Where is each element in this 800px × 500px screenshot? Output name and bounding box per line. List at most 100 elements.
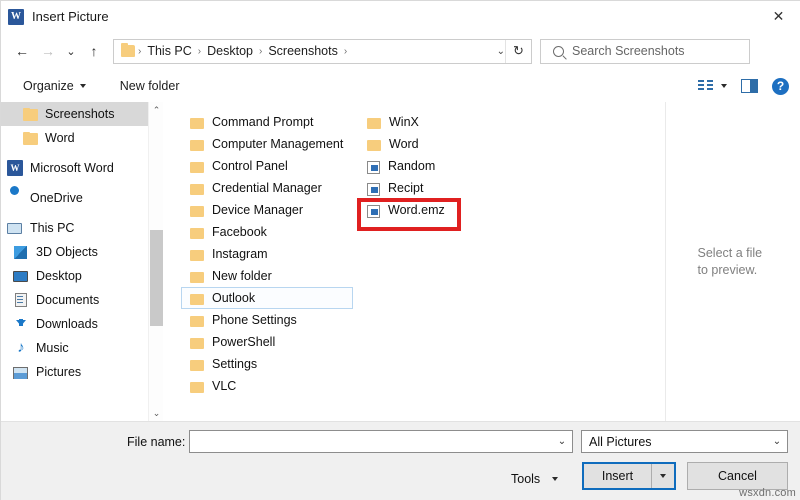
documents-icon	[13, 292, 29, 308]
title-bar: W Insert Picture ✕	[1, 1, 800, 32]
list-item[interactable]: Command Prompt	[182, 111, 362, 133]
desktop-icon	[13, 268, 29, 284]
sidebar-item-microsoft-word[interactable]: W Microsoft Word	[1, 156, 148, 180]
list-item[interactable]: Control Panel	[182, 155, 362, 177]
list-item-label: Settings	[212, 357, 257, 371]
sidebar-item-documents[interactable]: Documents	[1, 288, 148, 312]
forward-button[interactable]: →	[35, 38, 61, 64]
chevron-down-icon[interactable]: ⌄	[767, 431, 787, 452]
file-list[interactable]: Command Prompt Computer Management Contr…	[164, 102, 664, 421]
insert-button[interactable]: Insert	[582, 462, 676, 490]
sidebar-item-word[interactable]: Word	[1, 126, 148, 150]
scroll-up-icon[interactable]: ⌃	[149, 102, 164, 118]
list-item[interactable]: Random	[359, 155, 539, 177]
list-item[interactable]: Credential Manager	[182, 177, 362, 199]
list-item-label: Recipt	[388, 181, 423, 195]
scrollbar-thumb[interactable]	[150, 230, 163, 326]
sidebar-scrollbar[interactable]: ⌃ ⌄	[148, 102, 163, 421]
list-item-label: Computer Management	[212, 137, 343, 151]
list-item[interactable]: Instagram	[182, 243, 362, 265]
list-item-label: PowerShell	[212, 335, 275, 349]
chevron-down-icon	[552, 477, 558, 481]
list-item-label: Control Panel	[212, 159, 288, 173]
file-name-input[interactable]: ⌄	[189, 430, 573, 453]
search-input[interactable]: Search Screenshots	[540, 39, 750, 64]
change-view-button[interactable]	[698, 80, 727, 93]
folder-icon	[190, 118, 204, 129]
file-column-2: WinX Word Random Recipt Word.emz	[359, 111, 539, 221]
recent-locations-button[interactable]: ⌄	[61, 38, 81, 64]
breadcrumb-desktop[interactable]: Desktop	[202, 40, 258, 63]
insert-dropdown-button[interactable]	[652, 464, 674, 488]
folder-icon	[23, 133, 38, 145]
chevron-down-icon	[80, 84, 86, 88]
sidebar-item-label: This PC	[30, 221, 74, 235]
preview-pane-icon[interactable]	[741, 79, 758, 93]
sidebar-item-pictures[interactable]: Pictures	[1, 360, 148, 384]
breadcrumb-screenshots[interactable]: Screenshots	[263, 40, 342, 63]
list-item[interactable]: Word	[359, 133, 539, 155]
sidebar-item-label: Desktop	[36, 269, 82, 283]
sidebar-item-this-pc[interactable]: This PC	[1, 216, 148, 240]
cancel-button[interactable]: Cancel	[687, 462, 788, 490]
folder-icon	[190, 162, 204, 173]
music-icon: ♪	[13, 340, 29, 356]
sidebar-item-desktop[interactable]: Desktop	[1, 264, 148, 288]
file-type-dropdown[interactable]: All Pictures ⌄	[581, 430, 788, 453]
scroll-down-icon[interactable]: ⌄	[149, 405, 164, 421]
list-item[interactable]: New folder	[182, 265, 362, 287]
list-item[interactable]: WinX	[359, 111, 539, 133]
search-icon	[553, 46, 564, 57]
tools-button[interactable]: Tools	[511, 467, 558, 490]
refresh-icon[interactable]: ↻	[505, 40, 531, 63]
list-item-label: Device Manager	[212, 203, 303, 217]
close-icon[interactable]: ✕	[756, 1, 800, 32]
list-item[interactable]: Computer Management	[182, 133, 362, 155]
insert-label[interactable]: Insert	[584, 464, 652, 488]
list-item-label: Instagram	[212, 247, 268, 261]
organize-button[interactable]: Organize	[17, 74, 92, 98]
list-item[interactable]: Phone Settings	[182, 309, 362, 331]
sidebar-item-label: Downloads	[36, 317, 98, 331]
sidebar-item-label: Microsoft Word	[30, 161, 114, 175]
this-pc-icon	[7, 220, 23, 236]
list-item[interactable]: Recipt	[359, 177, 539, 199]
list-item-word-emz[interactable]: Word.emz	[359, 199, 539, 221]
dialog-footer: File name: ⌄ All Pictures ⌄ Tools Insert…	[1, 421, 800, 500]
list-item[interactable]: VLC	[182, 375, 362, 397]
sidebar-item-screenshots[interactable]: Screenshots	[1, 102, 148, 126]
sidebar-item-onedrive[interactable]: OneDrive	[1, 186, 148, 210]
new-folder-button[interactable]: New folder	[114, 74, 186, 98]
list-item-label: Phone Settings	[212, 313, 297, 327]
list-item-label: WinX	[389, 115, 419, 129]
sidebar-item-3d-objects[interactable]: 3D Objects	[1, 240, 148, 264]
folder-icon	[190, 228, 204, 239]
list-item-label: Outlook	[212, 291, 255, 305]
list-item[interactable]: Device Manager	[182, 199, 362, 221]
sidebar-item-label: OneDrive	[30, 191, 83, 205]
sidebar-item-music[interactable]: ♪ Music	[1, 336, 148, 360]
back-button[interactable]: ←	[9, 38, 35, 64]
chevron-down-icon[interactable]: ⌄	[497, 40, 505, 63]
navigation-sidebar: Screenshots Word W Microsoft Word OneDri…	[1, 102, 148, 421]
navigation-bar: ← → ⌄ ↑ › This PC › Desktop › Screenshot…	[1, 32, 800, 70]
command-bar-right: ?	[698, 70, 789, 102]
list-item-outlook-selected[interactable]: Outlook	[181, 287, 353, 309]
pictures-icon	[13, 364, 29, 380]
list-item-label: Credential Manager	[212, 181, 322, 195]
image-file-icon	[367, 161, 380, 174]
address-bar[interactable]: › This PC › Desktop › Screenshots › ⌄ ↻	[113, 39, 532, 64]
downloads-icon	[13, 316, 29, 332]
folder-icon	[23, 109, 38, 121]
sidebar-item-downloads[interactable]: Downloads	[1, 312, 148, 336]
help-icon[interactable]: ?	[772, 78, 789, 95]
list-item-label: Word	[389, 137, 419, 151]
list-item[interactable]: Settings	[182, 353, 362, 375]
list-item-label: New folder	[212, 269, 272, 283]
breadcrumb-this-pc[interactable]: This PC	[142, 40, 196, 63]
list-item[interactable]: Facebook	[182, 221, 362, 243]
chevron-down-icon[interactable]: ⌄	[552, 431, 572, 452]
folder-icon	[190, 184, 204, 195]
up-button[interactable]: ↑	[81, 38, 107, 64]
list-item[interactable]: PowerShell	[182, 331, 362, 353]
